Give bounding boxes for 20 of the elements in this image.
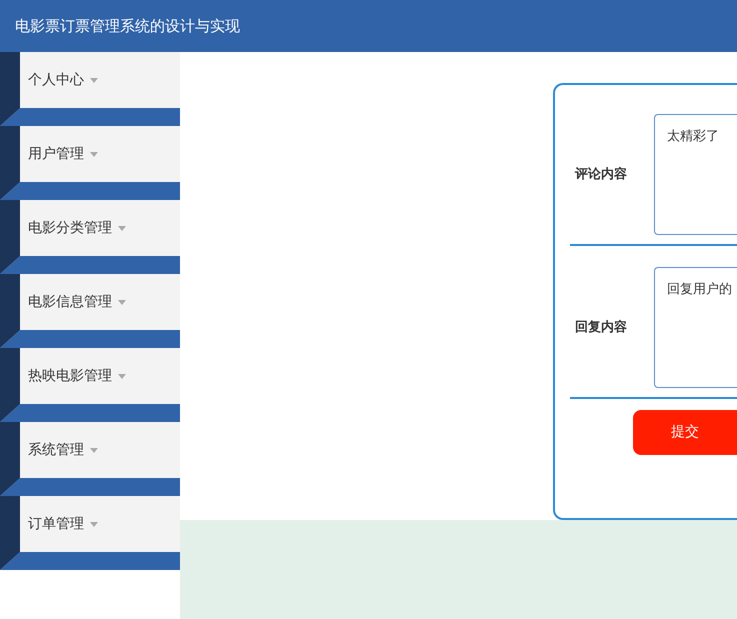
caret-down-icon	[118, 226, 126, 230]
sidebar-menu-item[interactable]: 系统管理	[20, 422, 180, 478]
app-title: 电影票订票管理系统的设计与实现	[15, 16, 240, 37]
sidebar-menu-item[interactable]: 个人中心	[20, 52, 180, 108]
submit-button[interactable]: 提交	[633, 410, 737, 455]
sidebar-menu-item[interactable]: 订单管理	[20, 496, 180, 552]
sidebar-menu-item[interactable]: 电影分类管理	[20, 200, 180, 256]
text-area-field[interactable]: 回复用户的	[654, 267, 737, 388]
caret-down-icon	[118, 300, 126, 304]
caret-down-icon	[90, 522, 98, 526]
field-label: 回复内容	[574, 318, 628, 337]
field-label: 评论内容	[574, 166, 628, 184]
sidebar-menu-item[interactable]: 热映电影管理	[20, 348, 180, 404]
caret-down-icon	[118, 374, 126, 378]
caret-down-icon	[90, 448, 98, 452]
caret-down-icon	[90, 152, 98, 156]
text-area-field[interactable]: 太精彩了	[654, 114, 737, 235]
sidebar-menu-item[interactable]: 用户管理	[20, 126, 180, 182]
caret-down-icon	[90, 78, 98, 82]
sidebar-menu-item[interactable]: 电影信息管理	[20, 274, 180, 330]
